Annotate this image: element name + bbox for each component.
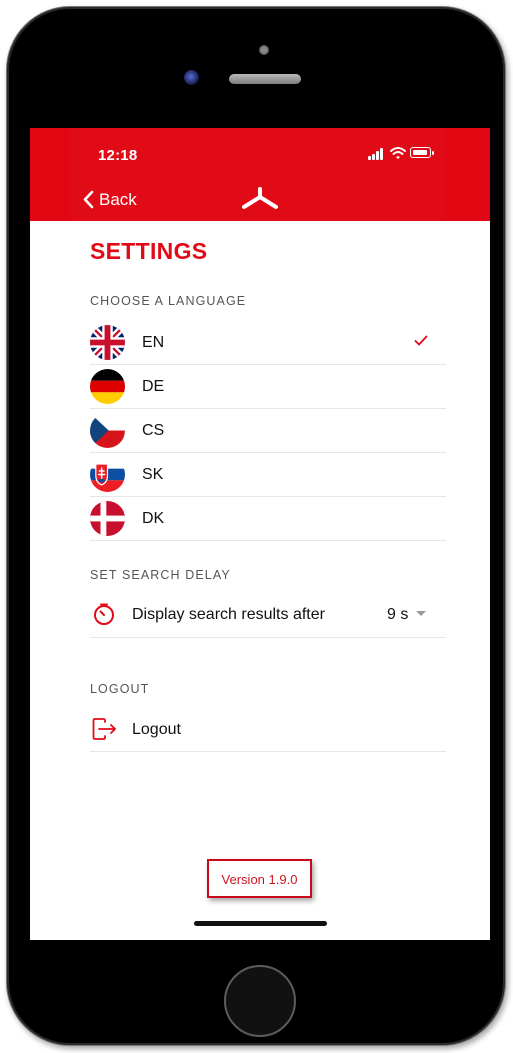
chevron-left-icon <box>83 190 94 209</box>
earpiece-speaker <box>229 74 301 84</box>
status-time: 12:18 <box>98 147 138 164</box>
timer-icon <box>94 603 114 625</box>
germany-flag-icon <box>90 369 125 404</box>
signal-icon <box>368 146 386 160</box>
home-indicator[interactable] <box>194 921 327 926</box>
logout-button[interactable]: Logout <box>90 708 446 752</box>
language-option-dk[interactable]: DK <box>90 497 446 541</box>
logout-icon <box>92 718 116 740</box>
search-delay-select[interactable]: 9 s <box>387 606 408 624</box>
search-delay-label: Display search results after <box>132 606 325 623</box>
search-delay-section-label: SET SEARCH DELAY <box>90 568 231 582</box>
version-badge: Version 1.9.0 <box>207 859 312 898</box>
header-bar: 12:18 Back <box>30 128 490 221</box>
wifi-icon <box>390 147 406 159</box>
language-code: DK <box>142 510 165 527</box>
language-option-cs[interactable]: CS <box>90 409 446 453</box>
language-code: CS <box>142 422 165 439</box>
front-camera <box>184 70 199 85</box>
logout-label: Logout <box>132 721 181 738</box>
proximity-sensor <box>259 45 269 55</box>
logout-section-label: LOGOUT <box>90 682 150 696</box>
language-code: SK <box>142 466 164 483</box>
language-code: DE <box>142 378 165 395</box>
back-label: Back <box>99 190 137 209</box>
search-delay-row[interactable]: Display search results after 9 s <box>90 592 446 638</box>
slovakia-flag-icon <box>90 457 125 492</box>
denmark-flag-icon <box>90 501 125 536</box>
language-option-de[interactable]: DE <box>90 365 446 409</box>
app-screen: 12:18 Back SETTINGS CHOOSE A LANGUAGE EN… <box>30 128 490 940</box>
home-button[interactable] <box>224 965 296 1037</box>
chevron-down-icon <box>416 611 426 616</box>
uk-flag-icon <box>90 325 125 360</box>
language-option-en[interactable]: EN <box>90 321 446 365</box>
checkmark-icon <box>414 335 428 346</box>
page-title: SETTINGS <box>90 238 208 264</box>
version-text: Version 1.9.0 <box>221 872 298 887</box>
battery-icon <box>410 147 434 158</box>
language-option-sk[interactable]: SK <box>90 453 446 497</box>
czech-flag-icon <box>90 413 125 448</box>
brand-chevron-logo-icon <box>242 187 278 209</box>
language-section-label: CHOOSE A LANGUAGE <box>90 294 247 308</box>
language-code: EN <box>142 334 165 351</box>
